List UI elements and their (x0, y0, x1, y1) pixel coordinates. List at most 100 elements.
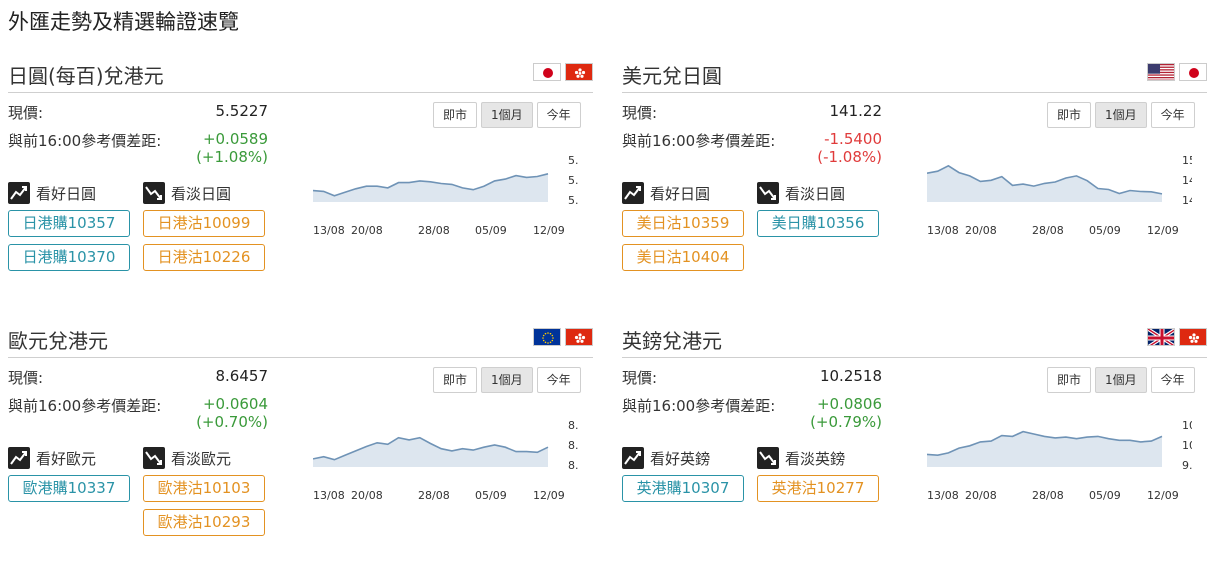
x-tick-label: 28/08 (418, 224, 450, 236)
warrant-button[interactable]: 日港購10357 (8, 210, 130, 237)
period-tabs: 即市1個月今年 (433, 367, 581, 393)
warrant-button[interactable]: 歐港沽10103 (143, 475, 265, 502)
tab-intraday[interactable]: 即市 (433, 102, 477, 128)
diff-label: 與前16:00參考價差距: (8, 395, 161, 416)
hk-flag (565, 63, 593, 81)
x-tick-label: 28/08 (1032, 224, 1064, 236)
tab-ytd[interactable]: 今年 (537, 367, 581, 393)
x-tick-label: 20/08 (351, 489, 383, 501)
y-tick-label: 140 (1182, 194, 1192, 207)
current-price-value: 10.2518 (762, 367, 882, 385)
divider (8, 92, 593, 93)
fx-panel-usd-jpy: 美元兌日圓現價:與前16:00參考價差距:141.22-1.5400(-1.08… (622, 60, 1207, 300)
x-tick-label: 05/09 (1089, 224, 1121, 236)
warrant-button[interactable]: 美日購10356 (757, 210, 879, 237)
bull-label: 看好英鎊 (650, 448, 710, 469)
period-tabs: 即市1個月今年 (1047, 367, 1195, 393)
warrant-button[interactable]: 美日沽10404 (622, 244, 744, 271)
warrant-button[interactable]: 歐港購10337 (8, 475, 130, 502)
warrant-button[interactable]: 美日沽10359 (622, 210, 744, 237)
flag-group (533, 328, 593, 346)
x-tick-label: 12/09 (533, 224, 565, 236)
x-tick-label: 20/08 (351, 224, 383, 236)
tab-1month[interactable]: 1個月 (481, 367, 533, 393)
tab-ytd[interactable]: 今年 (537, 102, 581, 128)
bear-view: 看淡歐元 (143, 447, 231, 469)
us-flag (1147, 63, 1175, 81)
change-percent: (+1.08%) (148, 148, 268, 166)
panel-title: 美元兌日圓 (622, 60, 722, 89)
bull-label: 看好日圓 (36, 183, 96, 204)
current-price-value: 141.22 (762, 102, 882, 120)
bull-label: 看好歐元 (36, 448, 96, 469)
x-tick-label: 12/09 (1147, 224, 1179, 236)
x-tick-label: 05/09 (475, 489, 507, 501)
warrant-button[interactable]: 日港沽10099 (143, 210, 265, 237)
y-tick-label: 145 (1182, 174, 1192, 187)
tab-ytd[interactable]: 今年 (1151, 102, 1195, 128)
x-tick-label: 05/09 (475, 224, 507, 236)
page-title: 外匯走勢及精選輪證速覽 (8, 6, 239, 36)
y-tick-label: 8.64 (568, 439, 578, 452)
bull-icon (622, 182, 644, 204)
hk-flag (565, 328, 593, 346)
flag-group (533, 63, 593, 81)
x-tick-label: 13/08 (927, 489, 959, 501)
tab-intraday[interactable]: 即市 (1047, 367, 1091, 393)
price-area-chart: 10.3210.089.8413/0820/0828/0805/0912/09 (927, 413, 1192, 501)
y-tick-label: 10.32 (1182, 419, 1192, 432)
tab-ytd[interactable]: 今年 (1151, 367, 1195, 393)
y-tick-label: 5.2 (568, 194, 578, 207)
tab-intraday[interactable]: 即市 (433, 367, 477, 393)
jp-flag (533, 63, 561, 81)
area-fill (313, 174, 548, 202)
y-tick-label: 8.76 (568, 419, 578, 432)
change-value: +0.0806 (762, 395, 882, 413)
y-tick-label: 9.84 (1182, 459, 1192, 472)
current-price-label: 現價: (622, 102, 657, 123)
diff-label: 與前16:00參考價差距: (8, 130, 161, 151)
warrant-button[interactable]: 歐港沽10293 (143, 509, 265, 536)
panel-title: 英鎊兌港元 (622, 325, 722, 354)
tab-1month[interactable]: 1個月 (481, 102, 533, 128)
bull-view: 看好歐元 (8, 447, 96, 469)
divider (8, 357, 593, 358)
change-value: +0.0589 (148, 130, 268, 148)
tab-1month[interactable]: 1個月 (1095, 102, 1147, 128)
warrant-button[interactable]: 英港沽10277 (757, 475, 879, 502)
fx-panel-jpy-hkd: 日圓(每百)兌港元現價:與前16:00參考價差距:5.5227+0.0589(+… (8, 60, 593, 300)
x-tick-label: 20/08 (965, 224, 997, 236)
bull-view: 看好英鎊 (622, 447, 710, 469)
price-area-chart: 5.6 5.4 5.2 13/08 20/08 28/08 05/09 12/09 (313, 148, 578, 236)
period-tabs: 即市1個月今年 (433, 102, 581, 128)
change-value: +0.0604 (148, 395, 268, 413)
y-tick-label: 10.08 (1182, 439, 1192, 452)
eu-flag (533, 328, 561, 346)
y-tick-label: 5.6 (568, 154, 578, 167)
bear-label: 看淡英鎊 (785, 448, 845, 469)
x-tick-label: 13/08 (313, 224, 345, 236)
x-tick-label: 12/09 (533, 489, 565, 501)
diff-label: 與前16:00參考價差距: (622, 130, 775, 151)
warrant-button[interactable]: 日港沽10226 (143, 244, 265, 271)
fx-panel-gbp-hkd: 英鎊兌港元現價:與前16:00參考價差距:10.2518+0.0806(+0.7… (622, 325, 1207, 565)
bear-label: 看淡歐元 (171, 448, 231, 469)
y-tick-label: 150 (1182, 154, 1192, 167)
warrant-button[interactable]: 日港購10370 (8, 244, 130, 271)
bear-label: 看淡日圓 (785, 183, 845, 204)
warrant-button[interactable]: 英港購10307 (622, 475, 744, 502)
jp-flag (1179, 63, 1207, 81)
bear-icon (757, 182, 779, 204)
bull-icon (8, 447, 30, 469)
current-price-value: 8.6457 (148, 367, 268, 385)
bull-label: 看好日圓 (650, 183, 710, 204)
x-tick-label: 28/08 (418, 489, 450, 501)
bull-icon (622, 447, 644, 469)
x-tick-label: 12/09 (1147, 489, 1179, 501)
tab-intraday[interactable]: 即市 (1047, 102, 1091, 128)
current-price-value: 5.5227 (148, 102, 268, 120)
y-tick-label: 5.4 (568, 174, 578, 187)
bear-view: 看淡日圓 (757, 182, 845, 204)
tab-1month[interactable]: 1個月 (1095, 367, 1147, 393)
current-price-label: 現價: (8, 102, 43, 123)
